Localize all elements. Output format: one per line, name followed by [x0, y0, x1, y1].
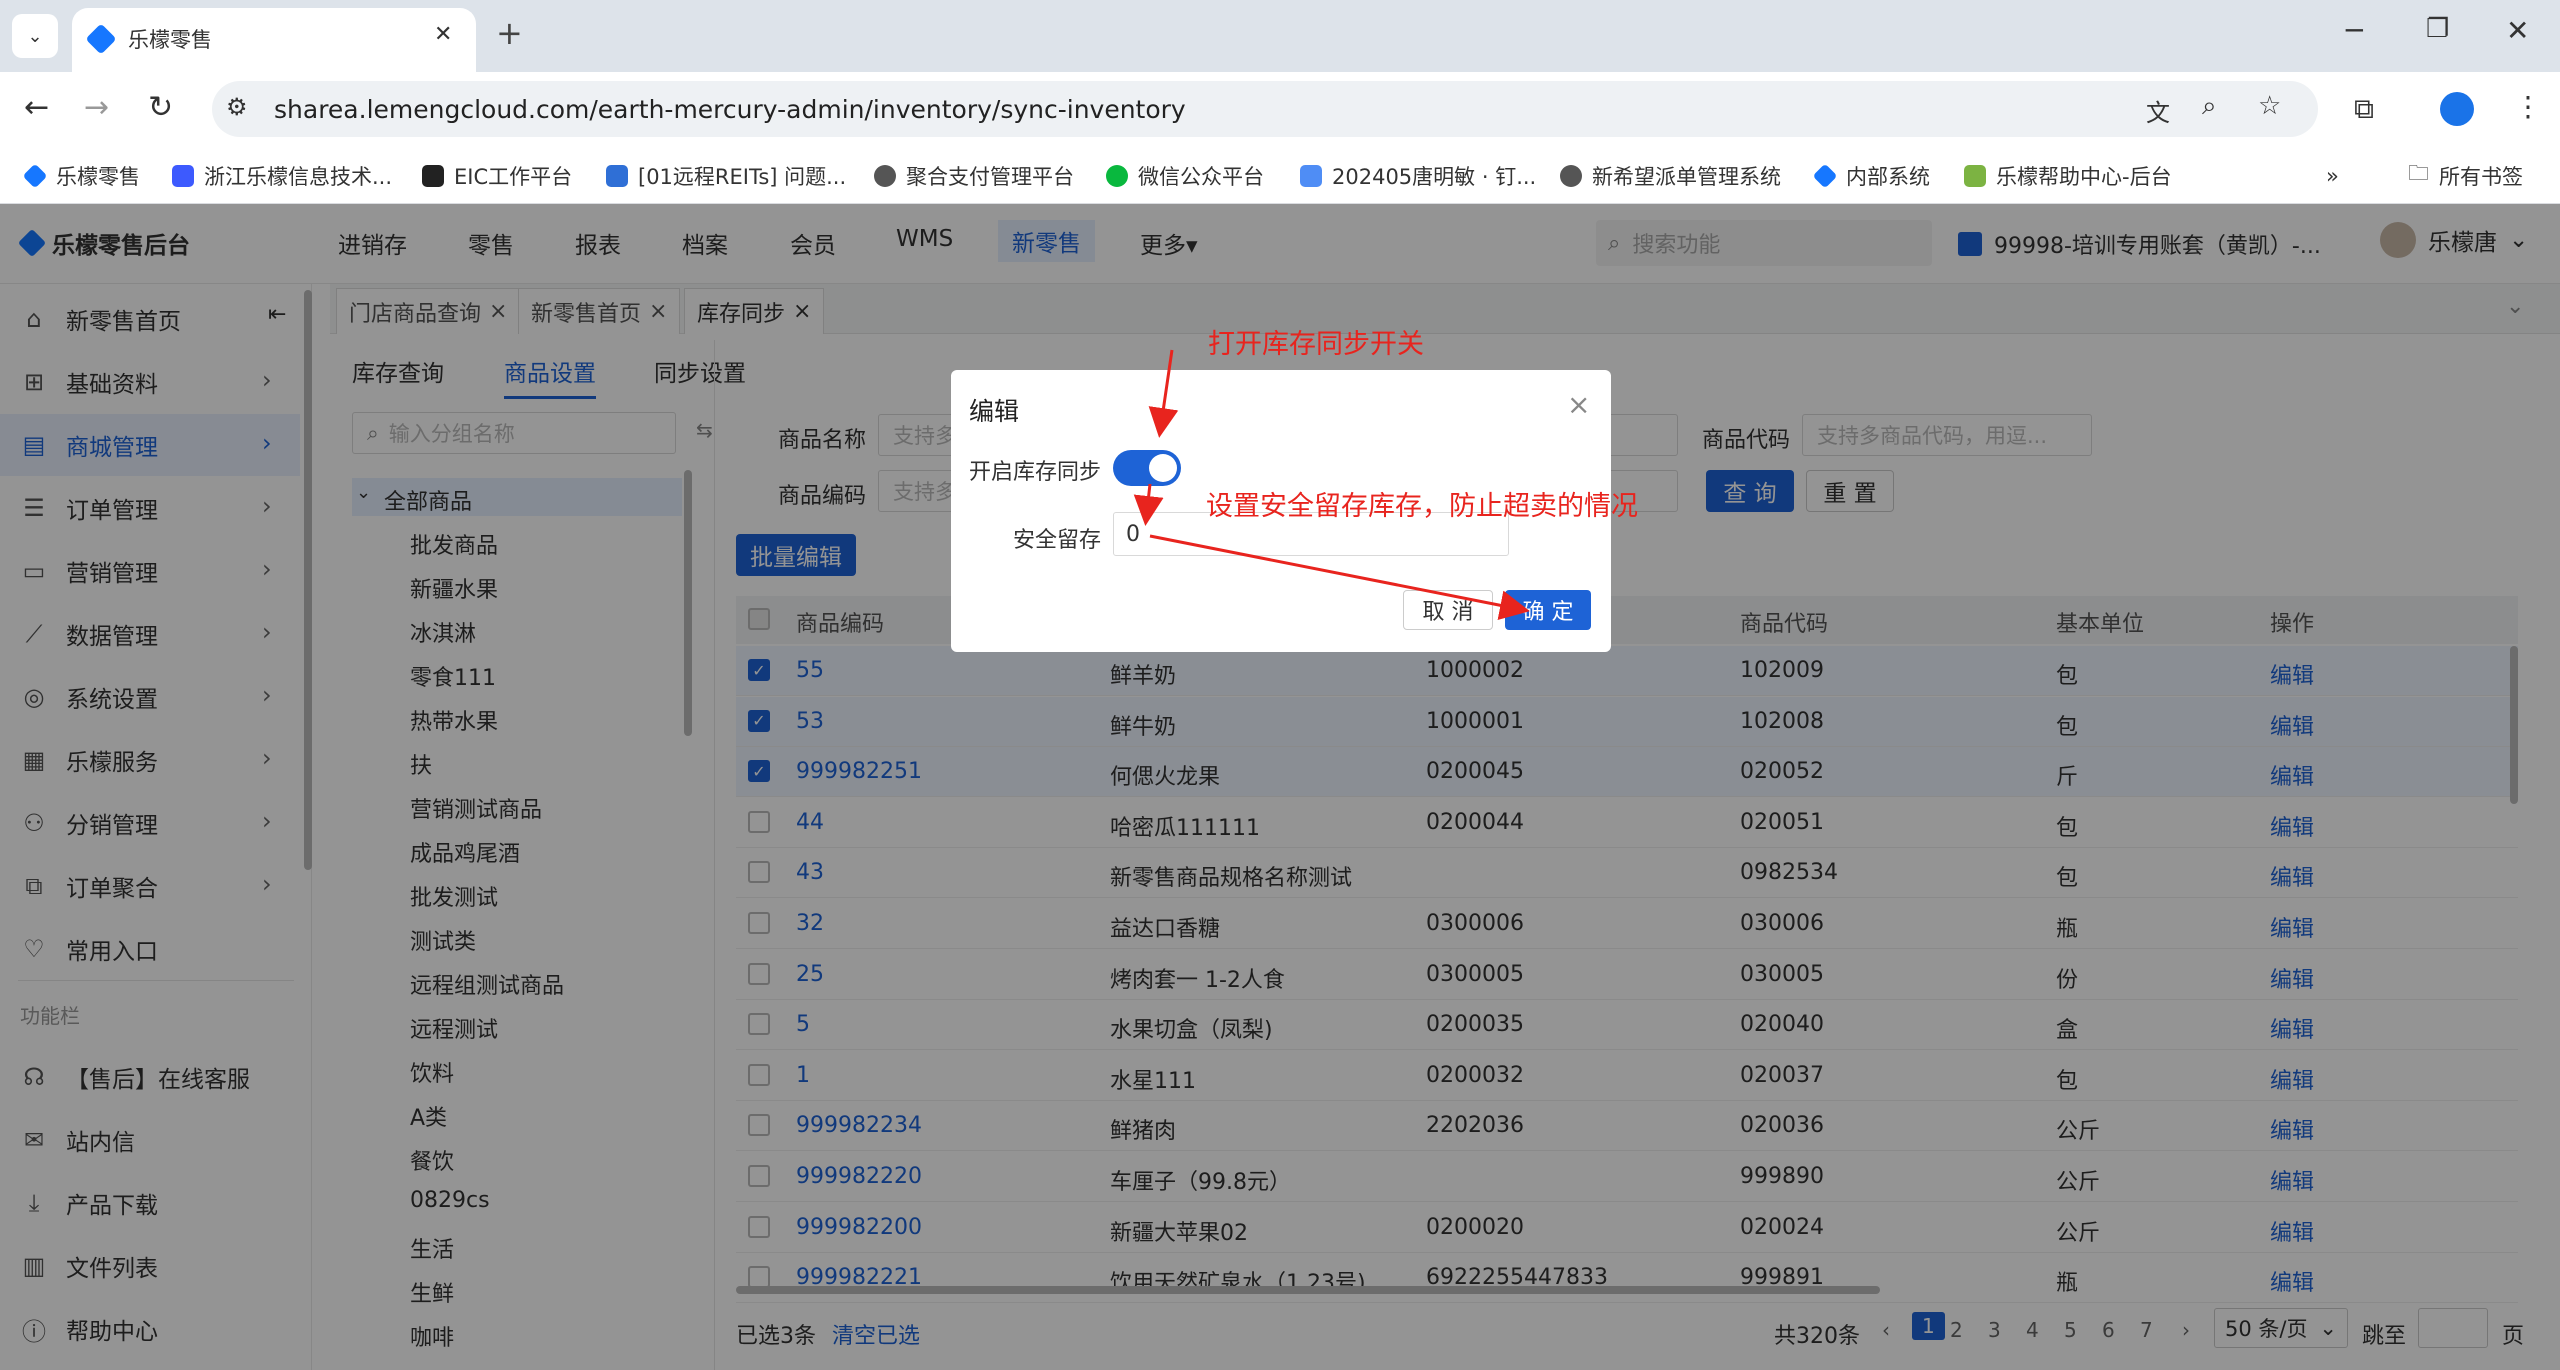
- arrow-to-input: [1133, 483, 1164, 526]
- arrow-to-toggle: [1148, 349, 1179, 438]
- arrow-to-confirm: [1149, 534, 1530, 621]
- annotation-arrows: [1133, 349, 1530, 621]
